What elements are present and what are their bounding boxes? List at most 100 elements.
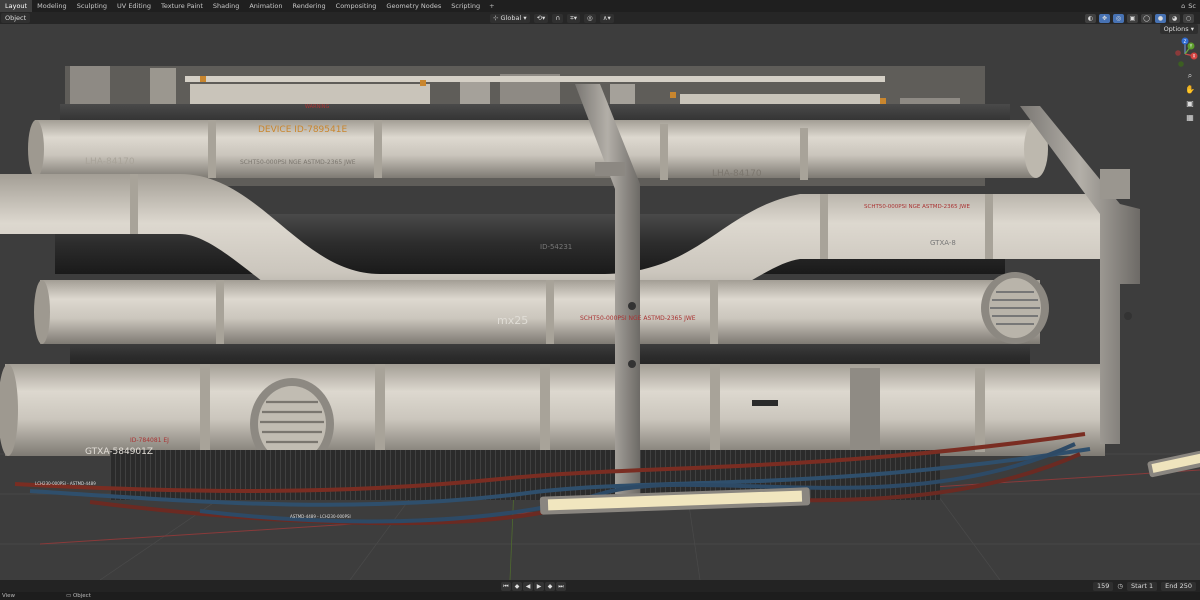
falloff-icon: ∧▾: [602, 13, 611, 22]
tab-texture-paint[interactable]: Texture Paint: [156, 0, 208, 12]
play-reverse-button[interactable]: ◀: [523, 581, 533, 591]
decal-warning: WARNING: [305, 104, 330, 110]
scene-name: Sc: [1188, 2, 1196, 10]
scene-icon: ⌂: [1181, 2, 1186, 10]
y-axis-label: Y: [1189, 44, 1193, 49]
decal-gtx-right: GTXA-8: [930, 239, 956, 247]
tab-sculpting[interactable]: Sculpting: [72, 0, 112, 12]
start-label: Start: [1131, 581, 1147, 590]
snap-toggle[interactable]: ∩: [552, 13, 564, 23]
end-label: End: [1165, 581, 1178, 590]
snap-dropdown[interactable]: ⌗▾: [567, 13, 581, 23]
mouse-icon: ▭: [66, 593, 73, 599]
shading-material[interactable]: ◕: [1169, 13, 1180, 23]
options-dropdown[interactable]: Options ▾: [1159, 24, 1198, 34]
wireframe-icon: ◯: [1143, 14, 1150, 22]
mode-dropdown[interactable]: Object: [1, 13, 31, 23]
viewport-scene[interactable]: DEVICE ID-789541E WARNING LHA-84170 SCHT…: [0, 24, 1200, 580]
jump-end-button[interactable]: ⏭: [556, 581, 566, 591]
current-frame-field[interactable]: 159: [1092, 581, 1114, 591]
decal-gtx-left: GTXA-584901Z: [85, 447, 153, 457]
tab-geometry-nodes[interactable]: Geometry Nodes: [381, 0, 446, 12]
tab-compositing[interactable]: Compositing: [331, 0, 382, 12]
frame-range: 159 ◷ Start 1 End 250: [1092, 580, 1196, 592]
jump-start-icon: ⏮: [503, 582, 509, 590]
status-object-label: Object: [72, 593, 91, 599]
tab-modeling[interactable]: Modeling: [32, 0, 72, 12]
decal-sch-right: SCHT50-000PSI NGE ASTMD-2365 JWE: [864, 204, 970, 210]
shading-rendered[interactable]: ○: [1183, 13, 1194, 23]
play-reverse-icon: ◀: [525, 582, 531, 590]
jump-start-button[interactable]: ⏮: [501, 581, 511, 591]
status-object: ▭ Object: [66, 592, 91, 600]
rendered-icon: ○: [1185, 14, 1192, 22]
decal-id-left: ID-784081 EJ: [130, 437, 169, 444]
eye-icon: ◐: [1087, 14, 1094, 22]
status-bar: View ▭ Object: [0, 592, 1200, 600]
start-frame-field[interactable]: Start 1: [1127, 581, 1158, 591]
tab-rendering[interactable]: Rendering: [287, 0, 330, 12]
viewport-header: Object ⊹ Global ▾ ⟲▾ ∩ ⌗▾ ◎ ∧▾ ◐ ✥ ◎ ▣ ◯…: [0, 12, 1200, 24]
neg-y-handle[interactable]: [1178, 61, 1184, 67]
prev-key-icon: ◆: [514, 582, 520, 590]
orientation-dropdown[interactable]: ⊹ Global ▾: [490, 13, 530, 23]
play-button[interactable]: ▶: [534, 581, 544, 591]
play-icon: ▶: [536, 582, 542, 590]
tab-uv-editing[interactable]: UV Editing: [112, 0, 156, 12]
tab-shading[interactable]: Shading: [208, 0, 244, 12]
visibility-button[interactable]: ◐: [1085, 13, 1096, 23]
hand-pan-icon[interactable]: ✋: [1184, 84, 1196, 95]
z-axis-label: Z: [1184, 39, 1187, 44]
tab-layout[interactable]: Layout: [0, 0, 33, 12]
magnet-icon: ∩: [555, 13, 561, 22]
material-icon: ◕: [1171, 14, 1178, 22]
pivot-icon: ⟲▾: [536, 13, 546, 22]
scene-selector[interactable]: ⌂ Sc: [1181, 0, 1196, 12]
jump-end-icon: ⏭: [558, 582, 564, 590]
next-key-icon: ◆: [547, 582, 553, 590]
decal-mx: mx25: [497, 314, 528, 327]
proportional-edit-toggle[interactable]: ◎: [584, 13, 596, 23]
gizmo-toggle[interactable]: ✥: [1099, 13, 1110, 23]
shading-solid[interactable]: ●: [1155, 13, 1166, 23]
shading-wireframe[interactable]: ◯: [1141, 13, 1152, 23]
x-axis-label: X: [1193, 54, 1196, 59]
add-workspace-button[interactable]: +: [485, 2, 498, 10]
tab-animation[interactable]: Animation: [244, 0, 287, 12]
end-frame-field[interactable]: End 250: [1161, 581, 1196, 591]
decal-cable-b: ASTMD-4489 - LCH230-000PSI: [290, 514, 351, 519]
next-key-button[interactable]: ◆: [545, 581, 555, 591]
orientation-label: Global: [500, 13, 522, 22]
clock-icon: ◷: [1117, 582, 1124, 590]
overlays-toggle[interactable]: ◎: [1113, 13, 1124, 23]
playback-controls: ⏮ ◆ ◀ ▶ ◆ ⏭: [501, 580, 566, 592]
gizmo-icon: ✥: [1101, 14, 1108, 22]
current-frame-value: 159: [1096, 581, 1110, 590]
end-value: 250: [1179, 581, 1192, 590]
navigation-gizmo[interactable]: Z X Y: [1172, 36, 1198, 70]
options-label: Options: [1163, 25, 1189, 33]
falloff-dropdown[interactable]: ∧▾: [599, 13, 614, 23]
workspace-bar: Layout Modeling Sculpting UV Editing Tex…: [0, 0, 1200, 12]
tab-scripting[interactable]: Scripting: [446, 0, 485, 12]
transform-tools: ⊹ Global ▾ ⟲▾ ∩ ⌗▾ ◎ ∧▾: [490, 12, 614, 24]
viewport-nav-icons: ⌕ ✋ ▣ ▦: [1184, 70, 1196, 123]
zoom-icon[interactable]: ⌕: [1184, 70, 1196, 81]
xray-toggle[interactable]: ▣: [1127, 13, 1138, 23]
solid-icon: ●: [1157, 14, 1164, 22]
pivot-dropdown[interactable]: ⟲▾: [533, 13, 549, 23]
orientation-icon: ⊹: [493, 13, 501, 22]
decal-lha-right: LHA-84170: [712, 169, 762, 179]
pipe-middle: [34, 272, 1049, 344]
timeline-bar: ⏮ ◆ ◀ ▶ ◆ ⏭ 159 ◷ Start 1 End 250: [0, 580, 1200, 592]
status-view: View: [2, 593, 16, 599]
grid-view-icon[interactable]: ▦: [1184, 112, 1196, 123]
neg-x-handle[interactable]: [1175, 50, 1181, 56]
3d-viewport[interactable]: DEVICE ID-789541E WARNING LHA-84170 SCHT…: [0, 24, 1200, 580]
decal-device-id: DEVICE ID-789541E: [258, 125, 347, 135]
decal-cable-a: LCH230-000PSI - ASTMD-4489: [35, 481, 96, 486]
prev-key-button[interactable]: ◆: [512, 581, 522, 591]
camera-icon[interactable]: ▣: [1184, 98, 1196, 109]
xray-icon: ▣: [1129, 14, 1136, 22]
snap-target-icon: ⌗▾: [570, 13, 578, 22]
